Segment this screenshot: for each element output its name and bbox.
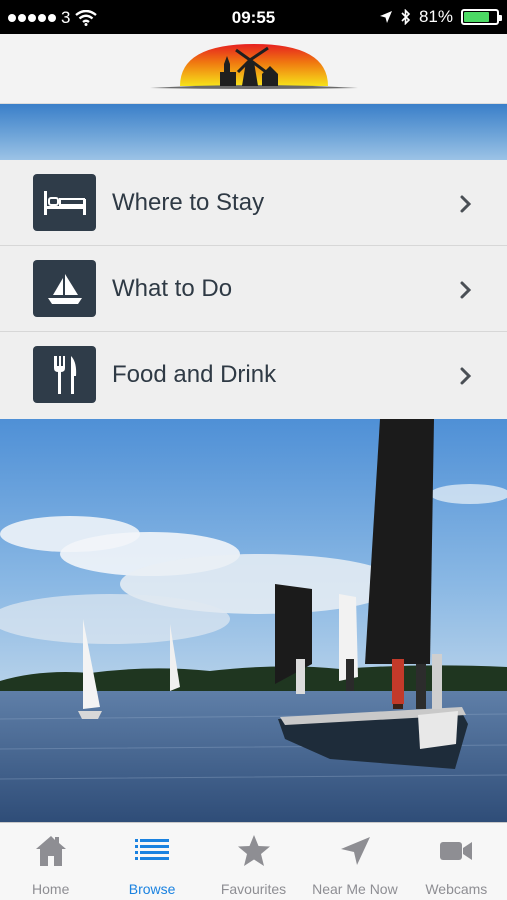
home-icon <box>35 836 66 866</box>
app-logo <box>150 44 358 89</box>
tab-webcams[interactable]: Webcams <box>406 823 507 900</box>
sailing-photo <box>0 419 507 822</box>
chevron-right-icon <box>460 281 472 299</box>
sailboat-icon <box>33 260 96 317</box>
video-camera-icon <box>440 842 473 860</box>
fork-knife-icon <box>33 346 96 403</box>
tab-browse[interactable]: Browse <box>101 823 202 900</box>
location-services-icon <box>379 11 392 23</box>
browse-menu: Where to Stay What to Do Food and Drink <box>0 160 507 419</box>
status-bar: 3 09:55 81% <box>0 0 507 34</box>
list-icon <box>135 839 170 860</box>
chevron-right-icon <box>460 367 472 385</box>
menu-item-label: Where to Stay <box>112 189 265 216</box>
location-arrow-icon <box>340 837 370 865</box>
battery-icon <box>461 9 502 25</box>
battery-percent: 81% <box>418 7 453 26</box>
tab-bar: Home Browse Favourites Near Me Now Webca… <box>0 822 507 900</box>
tab-label: Favourites <box>220 881 287 897</box>
tab-label: Near Me Now <box>312 881 398 897</box>
tab-home[interactable]: Home <box>0 823 101 900</box>
menu-item-label: What to Do <box>112 275 233 302</box>
tab-label: Webcams <box>425 881 488 897</box>
tab-label: Browse <box>128 881 176 897</box>
tab-label: Home <box>32 881 70 897</box>
status-right: 81% <box>379 7 502 27</box>
star-icon <box>237 835 270 866</box>
bluetooth-icon <box>401 9 411 25</box>
bed-icon <box>33 174 96 231</box>
tab-favourites[interactable]: Favourites <box>203 823 304 900</box>
header-banner-image <box>0 104 507 160</box>
menu-item-label: Food and Drink <box>112 361 277 388</box>
menu-item-what-to-do[interactable]: What to Do <box>0 246 507 332</box>
tab-near-me-now[interactable]: Near Me Now <box>304 823 405 900</box>
menu-item-where-to-stay[interactable]: Where to Stay <box>0 160 507 246</box>
chevron-right-icon <box>460 195 472 213</box>
menu-item-food-and-drink[interactable]: Food and Drink <box>0 332 507 418</box>
app-header <box>0 34 507 104</box>
